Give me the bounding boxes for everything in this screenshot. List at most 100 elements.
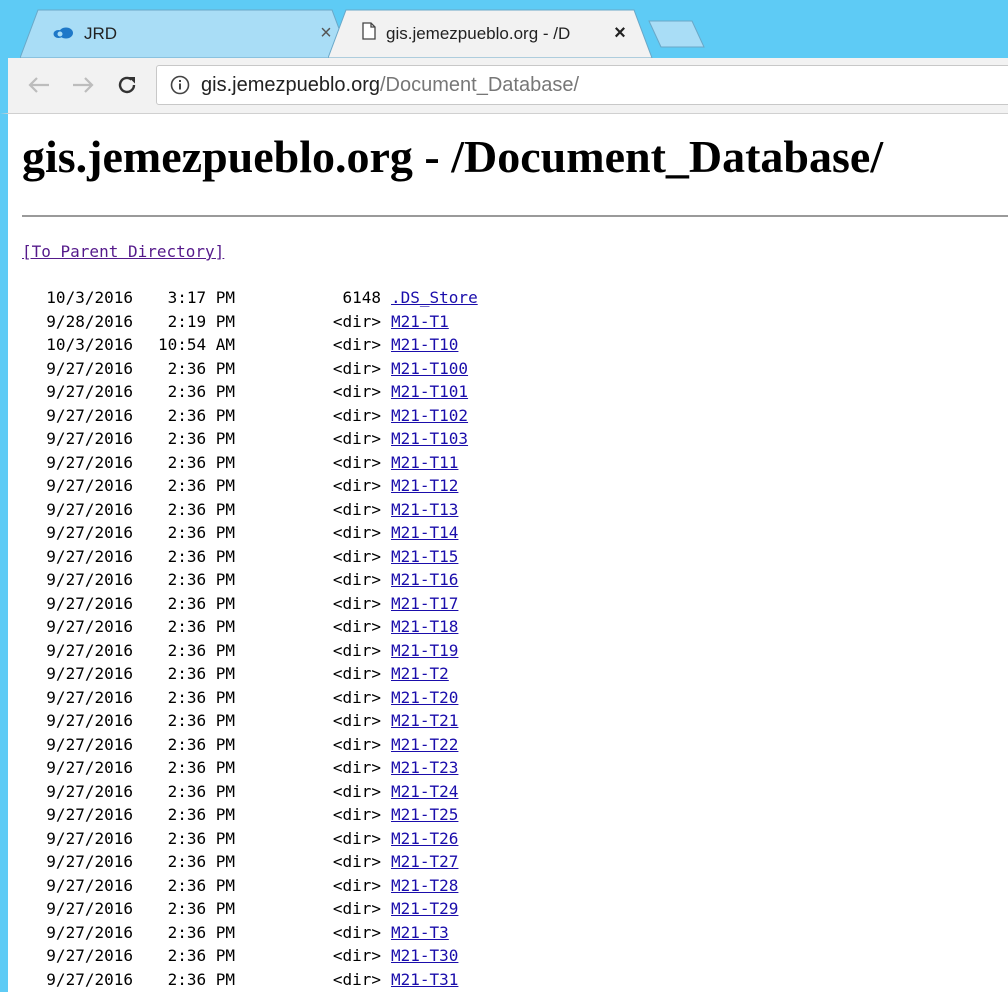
tab-jrd[interactable]: JRD × — [20, 9, 356, 58]
new-tab-button[interactable] — [648, 20, 706, 53]
entry-link[interactable]: M21-T26 — [391, 829, 458, 853]
entry-link[interactable]: M21-T10 — [391, 335, 458, 359]
entry-size: <dir> — [332, 805, 381, 824]
entry-date: 9/27/2016 — [46, 946, 133, 965]
list-item: 10/3/2016 10:54 AM <dir> M21-T10 — [33, 335, 478, 359]
entry-link[interactable]: M21-T18 — [391, 617, 458, 641]
entry-time: 2:36 PM — [167, 523, 235, 542]
entry-link[interactable]: M21-T17 — [391, 594, 458, 618]
entry-date: 9/27/2016 — [46, 617, 133, 636]
list-item: 9/27/2016 2:36 PM <dir> M21-T11 — [33, 453, 478, 477]
entry-date: 9/27/2016 — [46, 969, 133, 989]
list-item: 9/27/2016 2:36 PM <dir> M21-T19 — [33, 641, 478, 665]
entry-link[interactable]: M21-T15 — [391, 547, 458, 571]
entry-time: 2:36 PM — [167, 969, 235, 989]
entry-date: 9/27/2016 — [46, 429, 133, 448]
entry-time: 2:36 PM — [167, 452, 235, 472]
list-item: 9/27/2016 2:36 PM <dir> M21-T20 — [33, 688, 478, 712]
list-item: 9/27/2016 2:36 PM <dir> M21-T2 — [33, 664, 478, 688]
list-item: 9/27/2016 2:36 PM <dir> M21-T102 — [33, 406, 478, 430]
entry-date: 9/27/2016 — [46, 922, 133, 942]
reload-button[interactable] — [114, 72, 140, 98]
entry-date: 9/27/2016 — [46, 570, 133, 589]
entry-size: <dir> — [332, 664, 381, 683]
entry-link[interactable]: .DS_Store — [391, 288, 478, 312]
entry-link[interactable]: M21-T30 — [391, 946, 458, 970]
entry-size: <dir> — [332, 335, 381, 354]
entry-link[interactable]: M21-T2 — [391, 664, 449, 688]
parent-directory-link[interactable]: [To Parent Directory] — [22, 242, 224, 261]
file-listing: 10/3/2016 3:17 PM 6148 .DS_Store 9/28/2016 2:… — [33, 288, 478, 992]
entry-link[interactable]: M21-T27 — [391, 852, 458, 876]
entry-link[interactable]: M21-T28 — [391, 876, 458, 900]
entry-size: <dir> — [332, 711, 381, 730]
entry-link[interactable]: M21-T29 — [391, 899, 458, 923]
entry-size: <dir> — [332, 570, 381, 589]
entry-date: 9/27/2016 — [46, 523, 133, 542]
entry-size: <dir> — [332, 758, 381, 777]
list-item: 9/27/2016 2:36 PM <dir> M21-T23 — [33, 758, 478, 782]
list-item: 9/28/2016 2:19 PM <dir> M21-T1 — [33, 312, 478, 336]
entry-link[interactable]: M21-T12 — [391, 476, 458, 500]
entry-time: 2:36 PM — [167, 546, 235, 566]
entry-link[interactable]: M21-T31 — [391, 970, 458, 992]
entry-date: 9/27/2016 — [46, 499, 133, 519]
entry-link[interactable]: M21-T19 — [391, 641, 458, 665]
entry-link[interactable]: M21-T13 — [391, 500, 458, 524]
entry-size: <dir> — [332, 687, 381, 707]
list-item: 9/27/2016 2:36 PM <dir> M21-T28 — [33, 876, 478, 900]
entry-link[interactable]: M21-T24 — [391, 782, 458, 806]
entry-link[interactable]: M21-T14 — [391, 523, 458, 547]
address-bar[interactable]: gis.jemezpueblo.org/Document_Database/ — [156, 65, 1008, 105]
entry-date: 9/27/2016 — [46, 852, 133, 871]
entry-link[interactable]: M21-T20 — [391, 688, 458, 712]
new-tab-icon — [648, 20, 705, 48]
entry-link[interactable]: M21-T3 — [391, 923, 449, 947]
entry-time: 2:36 PM — [167, 382, 235, 401]
entry-link[interactable]: M21-T103 — [391, 429, 468, 453]
entry-size: <dir> — [332, 499, 381, 519]
document-icon — [362, 22, 376, 45]
page-title: gis.jemezpueblo.org - /Document_Database… — [22, 131, 884, 182]
info-icon[interactable] — [169, 74, 191, 96]
entry-link[interactable]: M21-T21 — [391, 711, 458, 735]
back-button[interactable] — [26, 72, 52, 98]
url-path: /Document_Database/ — [380, 73, 580, 96]
entry-date: 9/27/2016 — [46, 664, 133, 683]
list-item: 9/27/2016 2:36 PM <dir> M21-T13 — [33, 500, 478, 524]
entry-date: 9/27/2016 — [46, 781, 133, 801]
list-item: 9/27/2016 2:36 PM <dir> M21-T12 — [33, 476, 478, 500]
entry-link[interactable]: M21-T100 — [391, 359, 468, 383]
entry-size: <dir> — [332, 476, 381, 495]
entry-date: 9/27/2016 — [46, 546, 133, 566]
entry-date: 9/27/2016 — [46, 358, 133, 378]
entry-link[interactable]: M21-T25 — [391, 805, 458, 829]
list-item: 10/3/2016 3:17 PM 6148 .DS_Store — [33, 288, 478, 312]
entry-time: 2:36 PM — [167, 358, 235, 378]
entry-link[interactable]: M21-T16 — [391, 570, 458, 594]
entry-time: 2:36 PM — [167, 734, 235, 754]
tab-title: JRD — [84, 23, 118, 43]
tab-strip: JRD × gis.jemezpueblo.org - /D × — [0, 0, 1008, 58]
forward-button[interactable] — [70, 72, 96, 98]
entry-time: 2:36 PM — [167, 852, 235, 871]
entry-link[interactable]: M21-T102 — [391, 406, 468, 430]
list-item: 9/27/2016 2:36 PM <dir> M21-T22 — [33, 735, 478, 759]
entry-link[interactable]: M21-T23 — [391, 758, 458, 782]
toolbar: gis.jemezpueblo.org/Document_Database/ — [0, 58, 1008, 114]
entry-link[interactable]: M21-T11 — [391, 453, 458, 477]
tab-content: gis.jemezpueblo.org - /D × — [362, 9, 628, 58]
entry-link[interactable]: M21-T1 — [391, 312, 449, 336]
entry-date: 9/27/2016 — [46, 899, 133, 918]
list-item: 9/27/2016 2:36 PM <dir> M21-T24 — [33, 782, 478, 806]
entry-date: 9/27/2016 — [46, 452, 133, 472]
entry-link[interactable]: M21-T101 — [391, 382, 468, 406]
entry-time: 2:36 PM — [167, 875, 235, 895]
entry-time: 2:36 PM — [167, 405, 235, 425]
url-host: gis.jemezpueblo.org — [201, 73, 380, 96]
tab-document-database[interactable]: gis.jemezpueblo.org - /D × — [328, 9, 658, 58]
entry-date: 10/3/2016 — [46, 335, 133, 354]
list-item: 9/27/2016 2:36 PM <dir> M21-T16 — [33, 570, 478, 594]
close-icon[interactable]: × — [612, 22, 628, 44]
entry-link[interactable]: M21-T22 — [391, 735, 458, 759]
